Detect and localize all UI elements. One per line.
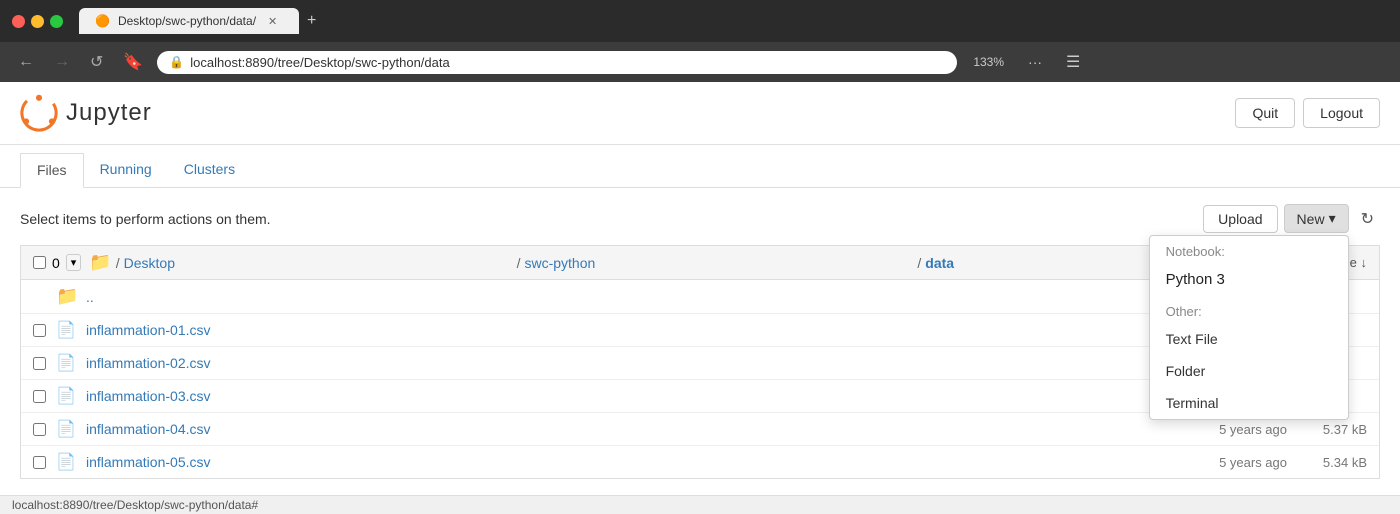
logout-button[interactable]: Logout	[1303, 98, 1380, 128]
bookmark-button[interactable]: 🔖	[117, 48, 149, 76]
new-tab-button[interactable]: +	[299, 8, 324, 34]
jupyter-tabs: Files Running Clusters	[0, 153, 1400, 188]
file-link-4[interactable]: inflammation-04.csv	[86, 421, 1157, 437]
file-icon-3: 📄	[56, 386, 76, 406]
tab-clusters[interactable]: Clusters	[168, 153, 251, 187]
select-hint: Select items to perform actions on them.	[20, 211, 271, 227]
file-link-2[interactable]: inflammation-02.csv	[86, 355, 1157, 371]
breadcrumb-swc-python[interactable]: swc-python	[524, 255, 913, 271]
jupyter-logo-icon	[20, 94, 58, 132]
file-row: 📄 inflammation-05.csv 5 years ago 5.34 k…	[21, 446, 1379, 478]
back-button[interactable]: ←	[12, 49, 40, 75]
file-icon-2: 📄	[56, 353, 76, 373]
new-dropdown-menu: Notebook: Python 3 Other: Text File Fold…	[1149, 235, 1349, 420]
row-checkbox-1[interactable]	[33, 324, 46, 337]
breadcrumb-sep3: /	[917, 255, 921, 271]
tab-title: Desktop/swc-python/data/	[118, 14, 256, 28]
selected-count: 0	[52, 255, 60, 271]
breadcrumb-desktop[interactable]: Desktop	[124, 255, 513, 271]
tab-bar: 🟠 Desktop/swc-python/data/ ✕ +	[79, 8, 324, 34]
file-link-1[interactable]: inflammation-01.csv	[86, 322, 1157, 338]
forward-button[interactable]: →	[48, 49, 76, 75]
row-checkbox-2[interactable]	[33, 357, 46, 370]
file-link-3[interactable]: inflammation-03.csv	[86, 388, 1157, 404]
zoom-level: 133%	[965, 51, 1012, 73]
address-input[interactable]	[190, 55, 945, 70]
active-tab[interactable]: 🟠 Desktop/swc-python/data/ ✕	[79, 8, 299, 34]
quit-button[interactable]: Quit	[1235, 98, 1295, 128]
close-button[interactable]	[12, 15, 25, 28]
other-section-label: Other:	[1150, 296, 1348, 323]
maximize-button[interactable]	[50, 15, 63, 28]
file-link-0[interactable]: ..	[86, 289, 1157, 305]
tab-favicon: 🟠	[95, 14, 110, 28]
reload-button[interactable]: ↺	[84, 48, 109, 76]
python3-option[interactable]: Python 3	[1150, 263, 1348, 296]
breadcrumb-sep1: /	[116, 255, 120, 271]
file-size-5: 5.34 kB	[1297, 455, 1367, 470]
window-controls	[12, 15, 63, 28]
terminal-option[interactable]: Terminal	[1150, 387, 1348, 419]
sort-arrow-icon: ↓	[1361, 255, 1368, 270]
file-link-5[interactable]: inflammation-05.csv	[86, 454, 1157, 470]
address-bar: ← → ↺ 🔖 🔒 133% ··· ☰	[0, 42, 1400, 82]
breadcrumb: 📁 / Desktop / swc-python / data	[89, 252, 1314, 273]
jupyter-page: Jupyter Quit Logout Files Running Cluste…	[0, 82, 1400, 495]
new-button-label: New	[1297, 211, 1325, 227]
row-checkbox-3[interactable]	[33, 390, 46, 403]
new-dropdown-wrap: New ▾ Notebook: Python 3 Other: Text Fil…	[1284, 204, 1349, 233]
file-area: Select items to perform actions on them.…	[0, 188, 1400, 495]
file-size-4: 5.37 kB	[1297, 422, 1367, 437]
browser-window: 🟠 Desktop/swc-python/data/ ✕ + ← → ↺ 🔖 🔒…	[0, 0, 1400, 514]
minimize-button[interactable]	[31, 15, 44, 28]
select-all-wrap: 0 ▾	[33, 254, 81, 271]
file-icon-1: 📄	[56, 320, 76, 340]
dropdown-arrow-button[interactable]: ▾	[66, 254, 82, 271]
file-date-4: 5 years ago	[1167, 422, 1287, 437]
refresh-button[interactable]: ↻	[1355, 205, 1380, 233]
folder-option[interactable]: Folder	[1150, 355, 1348, 387]
title-bar: 🟠 Desktop/swc-python/data/ ✕ +	[0, 0, 1400, 42]
text-file-option[interactable]: Text File	[1150, 323, 1348, 355]
menu-button[interactable]: ☰	[1058, 48, 1088, 76]
new-button[interactable]: New ▾	[1284, 204, 1349, 233]
file-icon-4: 📄	[56, 419, 76, 439]
tab-files[interactable]: Files	[20, 153, 84, 188]
logo-text: Jupyter	[66, 99, 152, 127]
address-input-wrap: 🔒	[157, 51, 957, 74]
jupyter-header: Jupyter Quit Logout	[0, 82, 1400, 145]
statusbar-text: localhost:8890/tree/Desktop/swc-python/d…	[12, 498, 258, 512]
new-dropdown-arrow: ▾	[1329, 210, 1336, 227]
jupyter-logo: Jupyter	[20, 94, 152, 132]
toolbar-right: Upload New ▾ Notebook: Python 3 Other: T…	[1203, 204, 1380, 233]
row-checkbox-4[interactable]	[33, 423, 46, 436]
security-icon: 🔒	[169, 55, 184, 69]
row-checkbox-5[interactable]	[33, 456, 46, 469]
statusbar: localhost:8890/tree/Desktop/swc-python/d…	[0, 495, 1400, 514]
file-icon-5: 📄	[56, 452, 76, 472]
tab-running[interactable]: Running	[84, 153, 168, 187]
breadcrumb-root-icon: 📁	[89, 252, 111, 273]
header-buttons: Quit Logout	[1235, 98, 1380, 128]
select-all-checkbox[interactable]	[33, 256, 46, 269]
file-toolbar: Select items to perform actions on them.…	[20, 204, 1380, 233]
tab-close-icon[interactable]: ✕	[268, 15, 277, 28]
notebook-section-label: Notebook:	[1150, 236, 1348, 263]
breadcrumb-sep2: /	[517, 255, 521, 271]
more-button[interactable]: ···	[1020, 50, 1050, 74]
folder-icon: 📁	[56, 286, 76, 307]
upload-button[interactable]: Upload	[1203, 205, 1277, 233]
file-date-5: 5 years ago	[1167, 455, 1287, 470]
